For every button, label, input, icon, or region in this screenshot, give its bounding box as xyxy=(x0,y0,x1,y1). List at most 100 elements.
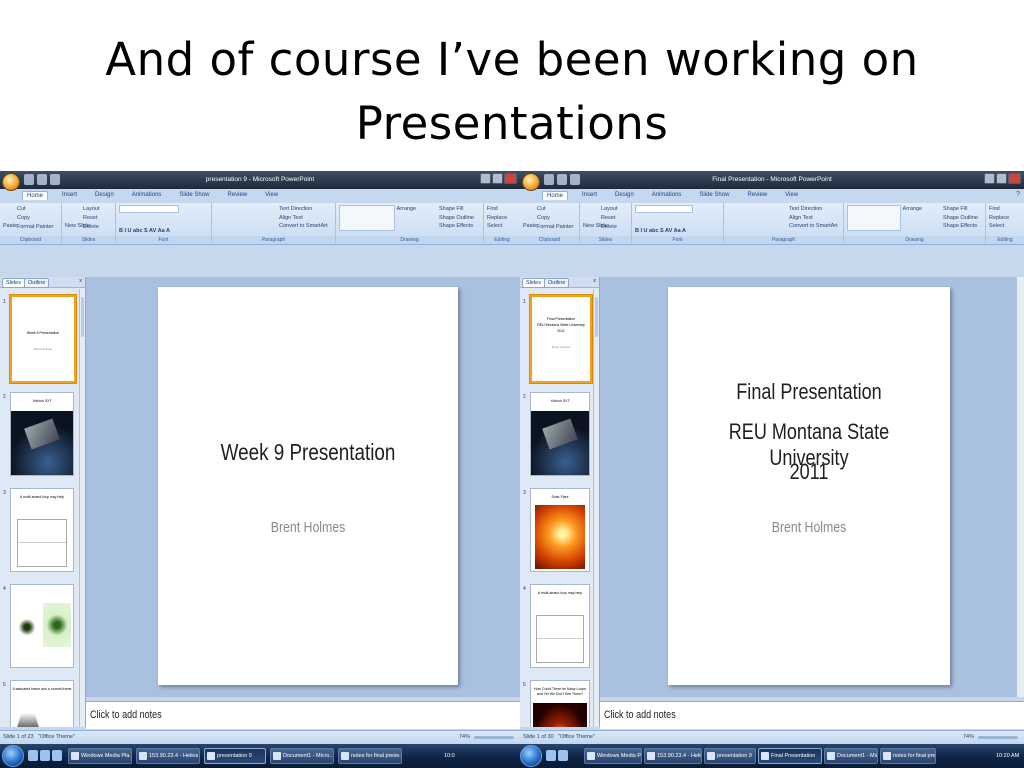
tab-slides[interactable]: Slides xyxy=(522,278,545,288)
notes-pane[interactable]: Click to add notes xyxy=(600,701,1024,729)
office-button-icon[interactable] xyxy=(2,173,20,191)
close-button[interactable] xyxy=(1008,173,1021,184)
taskbar-item[interactable]: Windows Media Pla... xyxy=(68,748,132,764)
maximize-button[interactable] xyxy=(996,173,1007,184)
reset-button[interactable]: Reset xyxy=(583,214,629,223)
tab-slides[interactable]: Slides xyxy=(2,278,25,288)
shape-fill-button[interactable]: Shape Fill xyxy=(943,205,978,214)
slide-thumbnail[interactable] xyxy=(10,584,74,668)
tab-home[interactable]: Home xyxy=(542,191,569,200)
replace-button[interactable]: Replace xyxy=(487,214,518,223)
zoom-slider[interactable] xyxy=(474,736,514,739)
copy-button[interactable]: Copy xyxy=(523,214,577,223)
tab-animations[interactable]: Animations xyxy=(648,191,686,200)
maximize-button[interactable] xyxy=(492,173,503,184)
start-orb-icon[interactable] xyxy=(520,745,542,767)
tab-insert[interactable]: Insert xyxy=(58,191,81,200)
slide-thumbnail[interactable]: A multi-strand loop may help xyxy=(530,584,590,668)
slide-thumbnail[interactable]: Yohkoh SXT xyxy=(530,392,590,476)
window-titlebar[interactable]: Final Presentation - Microsoft PowerPoin… xyxy=(520,171,1024,189)
powerpoint-window-left[interactable]: presentation 9 - Microsoft PowerPoint Ho… xyxy=(0,171,520,744)
slide-thumbnail[interactable]: Final Presentation REU Montana State Uni… xyxy=(529,294,593,384)
help-icon[interactable]: ? xyxy=(1016,191,1020,198)
main-slide-subtitle[interactable]: Brent Holmes xyxy=(693,519,924,536)
taskbar-item[interactable]: 153.90.23.4 - Helios ... xyxy=(136,748,200,764)
tab-slide-show[interactable]: Slide Show xyxy=(175,191,213,200)
shapes-gallery[interactable] xyxy=(339,205,395,231)
taskbar-item[interactable]: Windows Media P... xyxy=(584,748,642,764)
taskbar-item[interactable]: 153.90.23.4 - Helio... xyxy=(644,748,702,764)
notes-pane[interactable]: Click to add notes xyxy=(86,701,520,729)
layout-button[interactable]: Layout xyxy=(583,205,629,214)
shapes-gallery[interactable] xyxy=(847,205,901,231)
slide-thumbnail[interactable]: A multi-strand loop may help xyxy=(10,488,74,572)
start-orb-icon[interactable] xyxy=(2,745,24,767)
slide-canvas[interactable]: Week 9 Presentation Brent Holmes xyxy=(158,287,458,685)
select-button[interactable]: Select xyxy=(487,222,518,231)
zoom-level[interactable]: 74% xyxy=(459,734,470,740)
align-text-button[interactable]: Align Text xyxy=(215,214,333,223)
arrange-button[interactable]: Arrange xyxy=(903,206,923,212)
shape-fill-button[interactable]: Shape Fill xyxy=(439,205,474,214)
slide-stage[interactable]: Final Presentation REU Montana State Uni… xyxy=(600,277,1024,697)
copy-button[interactable]: Copy xyxy=(3,214,59,223)
find-button[interactable]: Find xyxy=(989,205,1022,214)
taskbar-item[interactable]: presentation 9 xyxy=(704,748,756,764)
taskbar-item[interactable]: presentation 9 xyxy=(204,748,266,764)
select-button[interactable]: Select xyxy=(989,222,1022,231)
font-name-box[interactable] xyxy=(119,205,179,213)
minimize-button[interactable] xyxy=(984,173,995,184)
main-slide-title-line1[interactable]: Final Presentation xyxy=(693,379,924,405)
tab-animations[interactable]: Animations xyxy=(128,191,166,200)
quick-launch-icon[interactable] xyxy=(28,750,38,761)
stage-scrollbar[interactable] xyxy=(1016,277,1024,697)
tab-home[interactable]: Home xyxy=(22,191,49,200)
tab-design[interactable]: Design xyxy=(611,191,638,200)
font-format-buttons[interactable]: B I U abc S AV Aa A xyxy=(635,227,721,236)
quick-launch-icon[interactable] xyxy=(546,750,556,761)
align-text-button[interactable]: Align Text xyxy=(727,214,841,223)
minimize-button[interactable] xyxy=(480,173,491,184)
quick-launch-icon[interactable] xyxy=(558,750,568,761)
tab-review[interactable]: Review xyxy=(223,191,251,200)
quick-launch-icon[interactable] xyxy=(52,750,62,761)
tab-view[interactable]: View xyxy=(261,191,282,200)
font-format-buttons[interactable]: B I U abc S AV Aa A xyxy=(119,227,209,236)
tab-outline[interactable]: Outline xyxy=(544,278,570,288)
convert-smartart-button[interactable]: Convert to SmartArt xyxy=(727,222,841,231)
tab-insert[interactable]: Insert xyxy=(578,191,601,200)
shape-effects-button[interactable]: Shape Effects xyxy=(439,222,474,231)
cut-button[interactable]: Cut xyxy=(523,205,577,214)
find-button[interactable]: Find xyxy=(487,205,518,214)
main-slide-title-line3[interactable]: 2011 xyxy=(693,459,924,485)
slide-stage[interactable]: Week 9 Presentation Brent Holmes xyxy=(86,277,520,697)
tab-outline[interactable]: Outline xyxy=(24,278,50,288)
main-slide-subtitle[interactable]: Brent Holmes xyxy=(185,519,431,536)
slide-thumbnail[interactable]: Yohkoh SXT xyxy=(10,392,74,476)
close-button[interactable] xyxy=(504,173,517,184)
taskbar-item[interactable]: Document1 - Micr... xyxy=(824,748,878,764)
tab-view[interactable]: View xyxy=(781,191,802,200)
text-direction-button[interactable]: Text Direction xyxy=(727,205,841,214)
zoom-slider[interactable] xyxy=(978,736,1018,739)
window-titlebar[interactable]: presentation 9 - Microsoft PowerPoint xyxy=(0,171,520,189)
text-direction-button[interactable]: Text Direction xyxy=(215,205,333,214)
layout-button[interactable]: Layout xyxy=(65,205,113,214)
font-name-box[interactable] xyxy=(635,205,693,213)
zoom-level[interactable]: 74% xyxy=(963,734,974,740)
arrange-button[interactable]: Arrange xyxy=(397,206,417,212)
shape-effects-button[interactable]: Shape Effects xyxy=(943,222,978,231)
panel-scrollbar[interactable] xyxy=(593,289,599,727)
slide-thumbnail[interactable]: Week 9 Presentation Brent Holmes xyxy=(9,294,77,384)
office-button-icon[interactable] xyxy=(522,173,540,191)
convert-smartart-button[interactable]: Convert to SmartArt xyxy=(215,222,333,231)
taskbar-item[interactable]: notes for final prese... xyxy=(338,748,402,764)
slide-thumbnail[interactable]: How Could There be Many Loops and Yet We… xyxy=(530,680,590,727)
shape-outline-button[interactable]: Shape Outline xyxy=(439,214,474,223)
powerpoint-window-right[interactable]: Final Presentation - Microsoft PowerPoin… xyxy=(520,171,1024,744)
main-slide-title[interactable]: Week 9 Presentation xyxy=(185,439,431,466)
tab-review[interactable]: Review xyxy=(743,191,771,200)
tab-slide-show[interactable]: Slide Show xyxy=(695,191,733,200)
quick-launch-icon[interactable] xyxy=(40,750,50,761)
close-panel-icon[interactable]: x xyxy=(79,278,82,284)
